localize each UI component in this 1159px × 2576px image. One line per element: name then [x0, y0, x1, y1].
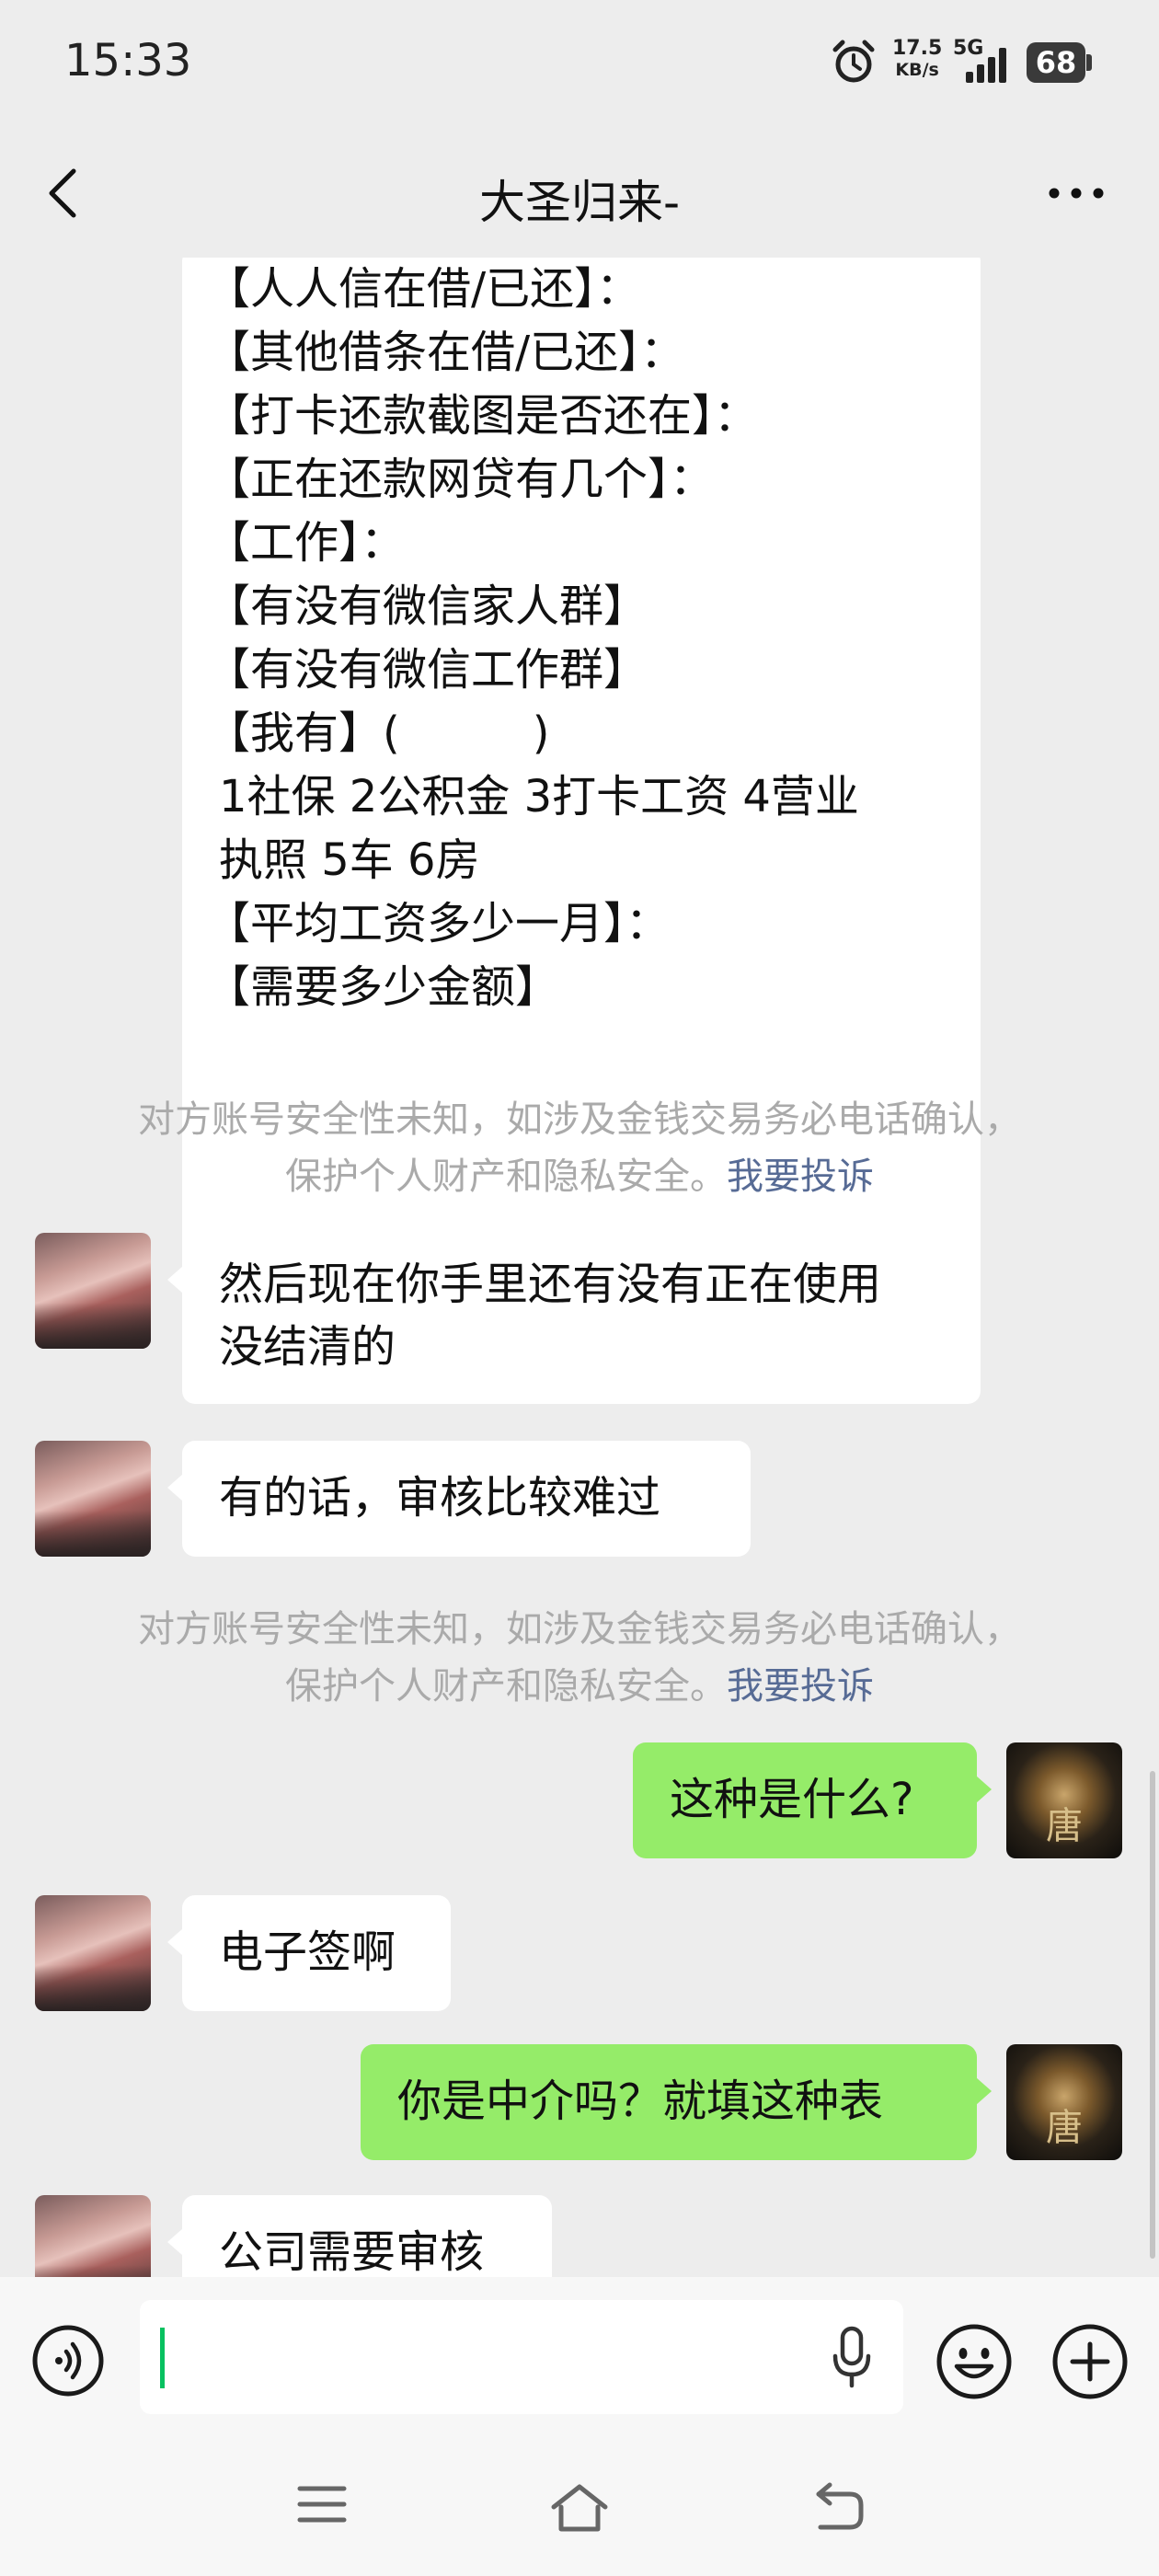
form-line: 【我有】( )	[206, 707, 550, 759]
form-line: 【有没有微信工作群】	[206, 644, 648, 696]
network-speed-unit: KB/s	[895, 60, 939, 80]
form-line: 【需要多少金额】	[206, 961, 560, 1013]
battery-icon: 68	[1027, 42, 1093, 83]
more-options-icon[interactable]	[1039, 166, 1113, 221]
security-notice: 对方账号安全性未知，如涉及金钱交易务必电话确认， 保护个人财产和隐私安全。我要投…	[0, 1091, 1159, 1205]
form-line: 【平均工资多少一月】：	[206, 898, 671, 949]
emoji-icon[interactable]	[935, 2322, 1014, 2401]
network-speed-value: 17.5	[892, 37, 943, 60]
message-text: 没结清的	[219, 1321, 396, 1373]
home-icon[interactable]	[548, 2479, 611, 2535]
message-bubble-outgoing[interactable]: 你是中介吗？就填这种表	[361, 2044, 992, 2160]
form-line: 【有没有微信家人群】	[206, 581, 648, 632]
microphone-icon[interactable]	[828, 2325, 876, 2389]
network-speed: 17.5 KB/s	[892, 37, 942, 79]
message-bubble-incoming[interactable]: 有的话，审核比较难过	[167, 1441, 751, 1557]
security-notice-line2: 保护个人财产和隐私安全。我要投诉	[0, 1658, 1159, 1715]
message-bubble-incoming[interactable]: 电子签啊	[167, 1895, 451, 2011]
security-notice-line1: 对方账号安全性未知，如涉及金钱交易务必电话确认，	[138, 1098, 1021, 1141]
contact-avatar[interactable]	[35, 1441, 151, 1557]
security-notice-text: 保护个人财产和隐私安全。	[285, 1665, 727, 1708]
form-line: 【其他借条在借/已还】：	[206, 327, 685, 378]
message-text: 你是中介吗？就填这种表	[397, 2076, 884, 2127]
back-nav-icon[interactable]	[809, 2479, 866, 2535]
form-line: 【打卡还款截图是否还在】：	[206, 390, 759, 442]
security-notice: 对方账号安全性未知，如涉及金钱交易务必电话确认， 保护个人财产和隐私安全。我要投…	[0, 1601, 1159, 1715]
security-notice-text: 保护个人财产和隐私安全。	[285, 1156, 727, 1198]
contact-avatar[interactable]	[35, 1233, 151, 1349]
report-link[interactable]: 我要投诉	[727, 1665, 874, 1708]
message-text: 然后现在你手里还有没有正在使用	[219, 1259, 882, 1310]
my-avatar-glyph: 唐	[1046, 2107, 1083, 2149]
chat-header: 大圣归来-	[0, 129, 1159, 258]
message-bubble-incoming[interactable]: 然后现在你手里还有没有正在使用 没结清的	[167, 1233, 981, 1404]
status-bar: 15:33 17.5 KB/s 5G 68	[0, 0, 1159, 129]
system-nav-bar	[0, 2443, 1159, 2576]
menu-icon[interactable]	[296, 2481, 348, 2527]
message-input-bar	[0, 2277, 1159, 2443]
security-notice-line2: 保护个人财产和隐私安全。我要投诉	[0, 1148, 1159, 1205]
chat-message-list[interactable]: 【人人信在借/已还】： 【其他借条在借/已还】： 【打卡还款截图是否还在】： 【…	[0, 258, 1159, 2277]
message-text: 有的话，审核比较难过	[219, 1472, 661, 1524]
my-avatar-glyph: 唐	[1046, 1805, 1083, 1847]
plus-icon[interactable]	[1050, 2322, 1130, 2401]
chat-title: 大圣归来-	[478, 176, 681, 229]
message-bubble-incoming[interactable]: 公司需要审核	[167, 2195, 552, 2277]
chat-scrollbar[interactable]	[1150, 1771, 1155, 2259]
battery-cap	[1086, 54, 1092, 71]
form-line: 1社保 2公积金 3打卡工资 4营业	[219, 771, 859, 822]
message-input[interactable]	[140, 2300, 903, 2414]
form-line: 【人人信在借/已还】：	[206, 263, 641, 315]
my-avatar[interactable]: 唐	[1006, 2044, 1122, 2160]
my-avatar[interactable]: 唐	[1006, 1742, 1122, 1858]
security-notice-line1: 对方账号安全性未知，如涉及金钱交易务必电话确认，	[138, 1608, 1021, 1650]
form-line: 执照 5车 6房	[219, 834, 480, 886]
message-bubble-outgoing[interactable]: 这种是什么?	[633, 1742, 992, 1858]
message-text: 公司需要审核	[219, 2226, 485, 2277]
contact-avatar[interactable]	[35, 2195, 151, 2277]
battery-level: 68	[1027, 42, 1085, 83]
status-time: 15:33	[64, 35, 192, 86]
signal-icon	[966, 48, 1006, 83]
text-caret	[160, 2328, 165, 2388]
report-link[interactable]: 我要投诉	[727, 1156, 874, 1198]
form-line: 【工作】：	[206, 517, 406, 569]
voice-icon[interactable]	[31, 2324, 105, 2398]
message-text: 这种是什么?	[670, 1774, 914, 1825]
message-text: 电子签啊	[219, 1926, 396, 1978]
form-line: 【正在还款网贷有几个】：	[206, 454, 715, 505]
alarm-icon	[832, 40, 875, 83]
contact-avatar[interactable]	[35, 1895, 151, 2011]
